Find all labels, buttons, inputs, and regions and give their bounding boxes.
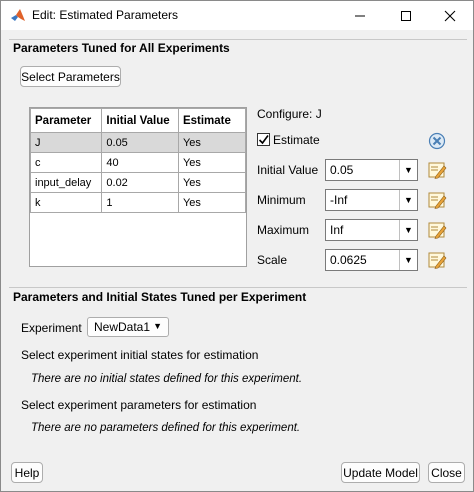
title-bar: Edit: Estimated Parameters — [1, 1, 473, 30]
edit-variable-icon — [428, 192, 447, 209]
initial-states-label: Select experiment initial states for est… — [21, 348, 259, 362]
table-cell[interactable]: input_delay — [29, 172, 103, 193]
table-cell[interactable]: 0.02 — [101, 172, 179, 193]
maximize-button[interactable] — [383, 1, 429, 30]
select-parameters-button[interactable]: Select Parameters — [20, 66, 121, 87]
minimize-button[interactable] — [337, 1, 383, 30]
table-row[interactable]: k 1 Yes — [29, 192, 247, 213]
experiment-label: Experiment — [21, 321, 82, 335]
close-button[interactable]: Close — [428, 462, 465, 483]
table-cell[interactable]: Yes — [177, 172, 247, 193]
chevron-down-icon[interactable]: ▼ — [399, 190, 417, 210]
configure-label: Configure: J — [257, 107, 322, 121]
initial-value-field[interactable]: 0.05 ▼ — [325, 159, 418, 181]
table-cell[interactable]: Yes — [177, 192, 247, 213]
update-model-button[interactable]: Update Model — [341, 462, 420, 483]
section-header-all-experiments: Parameters Tuned for All Experiments — [13, 41, 230, 55]
parameters-empty-message: There are no parameters defined for this… — [31, 422, 301, 434]
initial-value-edit-button[interactable] — [427, 160, 447, 180]
table-cell[interactable]: Yes — [177, 132, 247, 153]
section-header-per-experiment: Parameters and Initial States Tuned per … — [13, 290, 307, 304]
scale-field[interactable]: 0.0625 ▼ — [325, 249, 418, 271]
maximum-field[interactable]: Inf ▼ — [325, 219, 418, 241]
checkmark-icon — [258, 135, 269, 145]
initial-value-label: Initial Value — [257, 163, 319, 177]
chevron-down-icon[interactable]: ▼ — [399, 220, 417, 240]
table-cell[interactable]: k — [29, 192, 103, 213]
parameters-grid: Parameter Initial Value Estimate J 0.05 … — [29, 108, 247, 213]
table-row[interactable]: c 40 Yes — [29, 152, 247, 173]
dialog-window: Edit: Estimated Parameters Parameters Tu… — [0, 0, 474, 492]
edit-variable-icon — [428, 162, 447, 179]
minimum-edit-button[interactable] — [427, 190, 447, 210]
estimate-label: Estimate — [273, 133, 320, 147]
scale-label: Scale — [257, 253, 288, 267]
estimate-checkbox[interactable] — [257, 133, 270, 146]
section-divider — [9, 287, 467, 288]
column-header[interactable]: Estimate — [177, 108, 247, 133]
initial-states-empty-message: There are no initial states defined for … — [31, 373, 303, 385]
minimum-label: Minimum — [257, 193, 306, 207]
table-cell[interactable]: 1 — [101, 192, 179, 213]
scale-edit-button[interactable] — [427, 250, 447, 270]
experiment-parameters-label: Select experiment parameters for estimat… — [21, 398, 257, 412]
maximize-icon — [401, 10, 411, 21]
table-cell[interactable]: 0.05 — [101, 132, 179, 153]
experiment-dropdown[interactable]: NewData1 ▼ — [87, 317, 169, 337]
maximum-edit-button[interactable] — [427, 220, 447, 240]
experiment-value[interactable]: NewData1 — [94, 320, 150, 334]
section-divider — [9, 39, 467, 40]
scale-value[interactable]: 0.0625 — [330, 253, 367, 267]
column-header[interactable]: Parameter — [29, 108, 103, 133]
table-cell[interactable]: 40 — [101, 152, 179, 173]
table-row[interactable]: J 0.05 Yes — [29, 132, 247, 153]
edit-variable-icon — [428, 252, 447, 269]
table-cell[interactable]: J — [29, 132, 103, 153]
table-row[interactable]: input_delay 0.02 Yes — [29, 172, 247, 193]
table-cell[interactable]: Yes — [177, 152, 247, 173]
window-title: Edit: Estimated Parameters — [32, 8, 179, 22]
table-cell[interactable]: c — [29, 152, 103, 173]
minimum-field[interactable]: -Inf ▼ — [325, 189, 418, 211]
matlab-icon — [11, 9, 25, 21]
maximum-label: Maximum — [257, 223, 310, 237]
parameters-table: Parameter Initial Value Estimate J 0.05 … — [29, 107, 247, 267]
chevron-down-icon[interactable]: ▼ — [153, 321, 162, 331]
minimize-icon — [355, 15, 365, 16]
column-header[interactable]: Initial Value — [101, 108, 179, 133]
remove-parameter-button[interactable] — [427, 131, 447, 151]
initial-value-value[interactable]: 0.05 — [330, 163, 353, 177]
help-button[interactable]: Help — [11, 462, 43, 483]
close-window-button[interactable] — [427, 1, 473, 30]
chevron-down-icon[interactable]: ▼ — [399, 160, 417, 180]
chevron-down-icon[interactable]: ▼ — [399, 250, 417, 270]
remove-icon — [428, 132, 446, 150]
edit-variable-icon — [428, 222, 447, 239]
maximum-value[interactable]: Inf — [330, 223, 343, 237]
close-icon — [444, 10, 456, 21]
minimum-value[interactable]: -Inf — [330, 193, 347, 207]
